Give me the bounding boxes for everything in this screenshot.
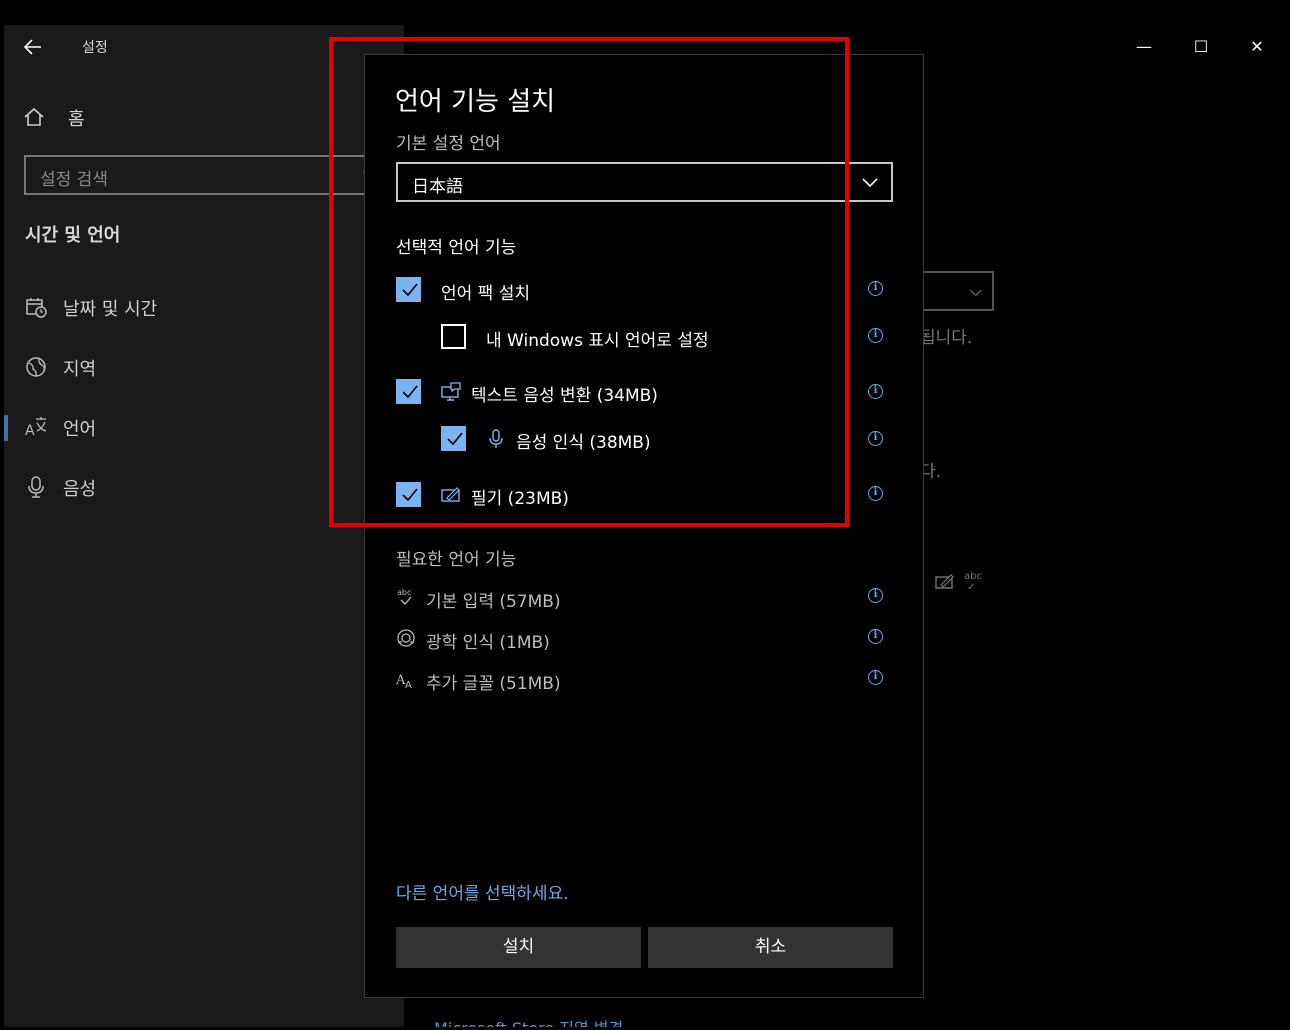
background-dropdown[interactable]: ⌵ bbox=[919, 271, 994, 311]
required-fonts: A A 추가 글꼴 (51MB) bbox=[396, 667, 876, 694]
back-arrow-icon bbox=[23, 39, 41, 55]
cancel-button[interactable]: 취소 bbox=[648, 927, 893, 968]
abc-check-icon: abc ✓ bbox=[964, 571, 982, 593]
svg-text:A: A bbox=[405, 680, 412, 689]
search-placeholder: 설정 검색 bbox=[40, 170, 108, 190]
chevron-down-icon: ⌵ bbox=[969, 281, 982, 300]
back-button[interactable] bbox=[18, 33, 48, 61]
choose-other-language-link[interactable]: 다른 언어를 선택하세요. bbox=[396, 879, 569, 904]
info-icon[interactable]: i bbox=[868, 629, 883, 644]
background-text: 됩니다. bbox=[920, 328, 973, 348]
info-icon[interactable]: i bbox=[868, 281, 883, 296]
sidebar-item-label: 날짜 및 시간 bbox=[63, 299, 158, 320]
home-icon bbox=[24, 107, 44, 126]
required-label: 추가 글꼴 (51MB) bbox=[426, 674, 561, 694]
info-icon[interactable]: i bbox=[868, 670, 883, 685]
close-icon: ✕ bbox=[1250, 37, 1264, 56]
app-title: 설정 bbox=[82, 40, 108, 56]
info-icon[interactable]: i bbox=[868, 328, 883, 343]
nav-home[interactable]: 홈 bbox=[22, 103, 222, 131]
sidebar-item-label: 음성 bbox=[63, 479, 97, 500]
required-label: 광학 인식 (1MB) bbox=[426, 633, 550, 653]
calendar-clock-icon bbox=[26, 298, 47, 318]
nav-home-label: 홈 bbox=[68, 109, 85, 130]
svg-text:abc: abc bbox=[397, 588, 411, 597]
microphone-icon bbox=[28, 476, 44, 498]
abc-check-icon: abc bbox=[397, 588, 412, 605]
red-highlight-box bbox=[329, 37, 849, 527]
required-label: 기본 입력 (57MB) bbox=[426, 592, 561, 612]
chevron-down-icon bbox=[862, 178, 878, 188]
language-icon: A bbox=[25, 417, 47, 439]
svg-text:A: A bbox=[25, 423, 35, 439]
info-icon[interactable]: i bbox=[868, 486, 883, 501]
info-icon[interactable]: i bbox=[868, 431, 883, 446]
info-icon[interactable]: i bbox=[868, 588, 883, 603]
close-button[interactable]: ✕ bbox=[1237, 33, 1277, 61]
fonts-icon: A A bbox=[396, 673, 412, 689]
maximize-icon: ☐ bbox=[1193, 37, 1209, 56]
install-button[interactable]: 설치 bbox=[396, 927, 641, 968]
store-region-link[interactable]: Microsoft Store 지역 변경 bbox=[434, 1015, 623, 1027]
minimize-icon: — bbox=[1136, 37, 1152, 56]
required-basic-typing: abc 기본 입력 (57MB) bbox=[396, 585, 876, 612]
section-heading: 시간 및 언어 bbox=[25, 225, 121, 246]
globe-icon bbox=[26, 357, 46, 377]
maximize-button[interactable]: ☐ bbox=[1181, 33, 1221, 61]
sidebar-item-label: 지역 bbox=[63, 359, 97, 380]
required-ocr: 광학 인식 (1MB) bbox=[396, 626, 876, 653]
minimize-button[interactable]: — bbox=[1124, 33, 1164, 61]
info-icon[interactable]: i bbox=[868, 384, 883, 399]
handwriting-icon bbox=[935, 574, 954, 589]
active-indicator bbox=[4, 415, 8, 441]
required-features-heading: 필요한 언어 기능 bbox=[396, 550, 517, 570]
ocr-icon bbox=[397, 629, 415, 647]
sidebar-item-label: 언어 bbox=[63, 419, 97, 440]
